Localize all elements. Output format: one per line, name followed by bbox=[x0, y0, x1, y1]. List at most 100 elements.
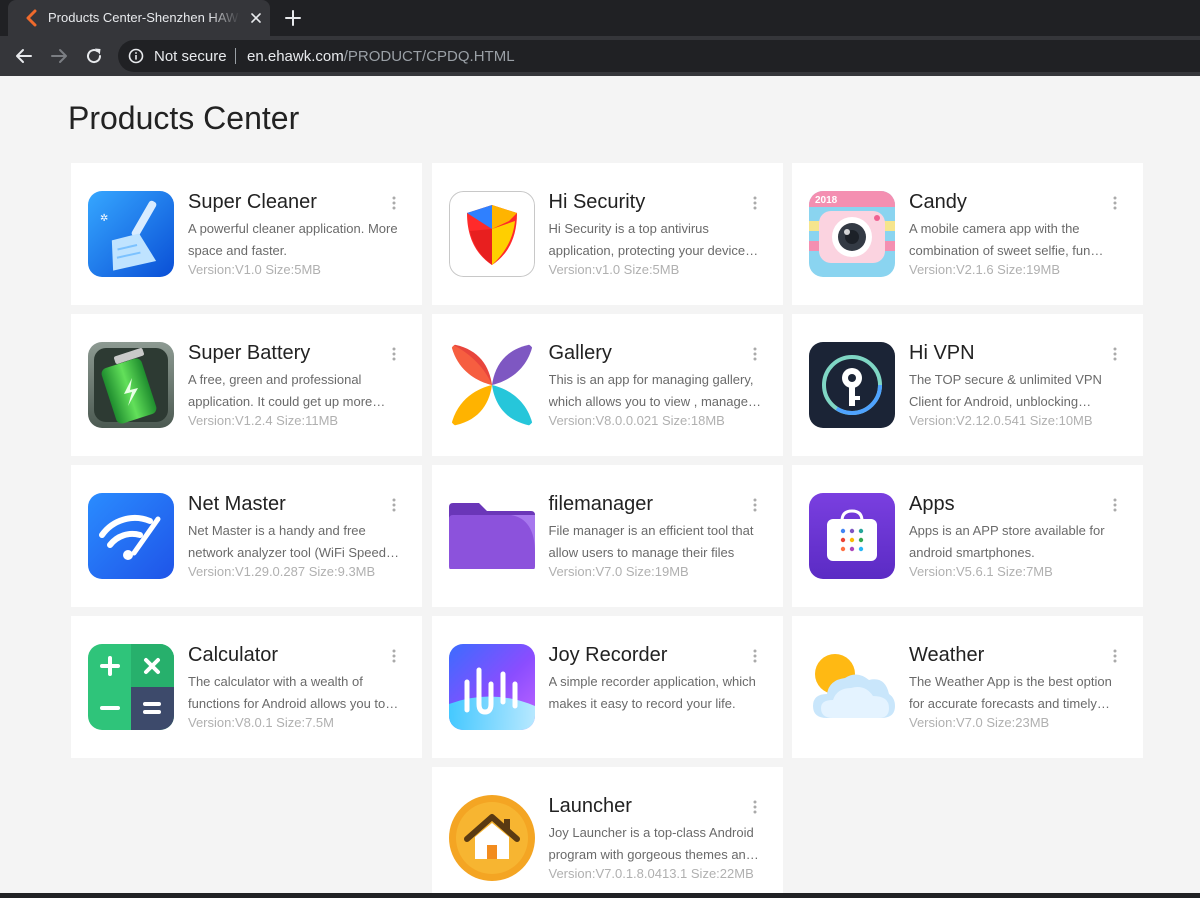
product-description: The calculator with a wealth of function… bbox=[188, 674, 386, 711]
hawk-favicon-icon bbox=[26, 9, 37, 27]
product-description: This is an app for managing gallery, whi… bbox=[548, 372, 754, 409]
wifi-icon bbox=[88, 493, 174, 579]
product-description: Hi Security is a top antivirus applicati… bbox=[548, 221, 746, 258]
product-description: A mobile camera app with the combination… bbox=[909, 221, 1091, 258]
new-tab-plus-icon[interactable] bbox=[284, 9, 302, 27]
product-name[interactable]: Super Battery bbox=[188, 342, 310, 365]
product-name[interactable]: Apps bbox=[909, 493, 955, 516]
url-path: /PRODUCT/CPDQ.HTML bbox=[343, 48, 515, 65]
product-name[interactable]: Joy Recorder bbox=[549, 644, 668, 667]
folder-icon bbox=[448, 493, 535, 579]
product-version-size: Version:V2.12.0.541 Size:10MB bbox=[909, 413, 1093, 428]
product-description: The TOP secure & unlimited VPN Client fo… bbox=[909, 372, 1102, 409]
more-vertical-icon[interactable] bbox=[1110, 648, 1120, 664]
product-name[interactable]: Launcher bbox=[549, 795, 632, 818]
product-version-size: Version:V1.2.4 Size:11MB bbox=[188, 413, 339, 428]
home-icon bbox=[448, 795, 535, 881]
product-version-size: Version:V2.1.6 Size:19MB bbox=[909, 262, 1061, 277]
product-version-size: Version:v1.0 Size:5MB bbox=[548, 262, 680, 277]
calculator-icon bbox=[88, 644, 174, 730]
product-version-size: Version:V8.0.0.021 Size:18MB bbox=[548, 413, 725, 428]
battery-icon bbox=[88, 342, 174, 428]
more-vertical-icon[interactable] bbox=[750, 346, 760, 362]
product-name[interactable]: Net Master bbox=[188, 493, 286, 516]
product-card-net-master[interactable]: Net Master Net Master is a handy and fre… bbox=[71, 465, 422, 607]
address-bar[interactable]: Not secure en.ehawk.com/PRODUCT/CPDQ.HTM… bbox=[118, 40, 1200, 72]
more-vertical-icon[interactable] bbox=[389, 346, 399, 362]
url-host: en.ehawk.com bbox=[247, 48, 344, 65]
product-description: A powerful cleaner application. More spa… bbox=[188, 221, 398, 258]
more-vertical-icon[interactable] bbox=[389, 648, 399, 664]
camera-icon: 2018 bbox=[809, 191, 895, 277]
product-name[interactable]: Gallery bbox=[549, 342, 612, 365]
forward-arrow-icon[interactable] bbox=[49, 46, 69, 66]
more-vertical-icon[interactable] bbox=[750, 799, 760, 815]
product-name[interactable]: Candy bbox=[909, 191, 967, 214]
not-secure-label[interactable]: Not secure bbox=[154, 48, 227, 65]
product-version-size: Version:V7.0.1.8.0413.1 Size:22MB bbox=[548, 866, 754, 881]
more-vertical-icon[interactable] bbox=[1110, 346, 1120, 362]
product-description: The Weather App is the best option for a… bbox=[909, 674, 1112, 711]
bottom-edge-bar bbox=[0, 893, 1200, 898]
product-description: A simple recorder application, which mak… bbox=[548, 674, 756, 711]
product-card-joy-recorder[interactable]: Joy Recorder A simple recorder applicati… bbox=[431, 616, 783, 758]
close-tab-icon[interactable] bbox=[248, 10, 264, 26]
product-description: Net Master is a handy and free network a… bbox=[188, 523, 386, 560]
address-separator bbox=[235, 48, 236, 64]
product-card-super-cleaner[interactable]: ✲ Super Cleaner A powerful cleaner appli… bbox=[71, 163, 422, 305]
vpn-key-icon bbox=[809, 342, 895, 428]
product-description: Joy Launcher is a top-class Android prog… bbox=[548, 825, 754, 862]
waveform-icon bbox=[448, 644, 535, 730]
product-version-size: Version:V8.0.1 Size:7.5M bbox=[188, 715, 334, 730]
tab-title: Products Center-Shenzhen HAWK Internet bbox=[48, 10, 240, 25]
more-vertical-icon[interactable] bbox=[389, 195, 399, 211]
weather-sun-cloud-icon bbox=[809, 644, 895, 730]
store-bag-icon bbox=[809, 493, 895, 579]
info-icon[interactable] bbox=[128, 48, 144, 64]
product-version-size: Version:V1.29.0.287 Size:9.3MB bbox=[188, 564, 376, 579]
browser-tab-strip: Products Center-Shenzhen HAWK Internet bbox=[0, 0, 1200, 36]
svg-text:✲: ✲ bbox=[100, 213, 108, 224]
product-name[interactable]: filemanager bbox=[549, 493, 654, 516]
product-description: A free, green and professional applicati… bbox=[188, 372, 373, 409]
products-grid: ✲ Super Cleaner A powerful cleaner appli… bbox=[71, 163, 1143, 893]
svg-text:2018: 2018 bbox=[815, 195, 838, 206]
more-vertical-icon[interactable] bbox=[750, 497, 760, 513]
product-card-candy[interactable]: 2018 Candy A mobile camera app with the … bbox=[792, 163, 1143, 305]
product-version-size: Version:V5.6.1 Size:7MB bbox=[909, 564, 1053, 579]
product-name[interactable]: Calculator bbox=[188, 644, 278, 667]
more-vertical-icon[interactable] bbox=[1110, 195, 1120, 211]
more-vertical-icon[interactable] bbox=[750, 648, 760, 664]
back-arrow-icon[interactable] bbox=[14, 46, 34, 66]
more-vertical-icon[interactable] bbox=[389, 497, 399, 513]
product-card-hi-vpn[interactable]: Hi VPN The TOP secure & unlimited VPN Cl… bbox=[792, 314, 1143, 456]
product-name[interactable]: Hi VPN bbox=[909, 342, 975, 365]
product-name[interactable]: Weather bbox=[909, 644, 984, 667]
shield-icon bbox=[448, 191, 535, 277]
url-text[interactable]: en.ehawk.com/PRODUCT/CPDQ.HTML bbox=[247, 48, 515, 65]
more-vertical-icon[interactable] bbox=[750, 195, 760, 211]
product-card-hi-security[interactable]: Hi Security Hi Security is a top antivir… bbox=[431, 163, 783, 305]
product-version-size: Version:V7.0 Size:19MB bbox=[548, 564, 689, 579]
product-name[interactable]: Super Cleaner bbox=[188, 191, 317, 214]
more-vertical-icon[interactable] bbox=[1110, 497, 1120, 513]
product-version-size: Version:V7.0 Size:23MB bbox=[909, 715, 1050, 730]
browser-toolbar: Not secure en.ehawk.com/PRODUCT/CPDQ.HTM… bbox=[0, 36, 1200, 76]
product-version-size: Version:V1.0 Size:5MB bbox=[188, 262, 321, 277]
browser-tab[interactable]: Products Center-Shenzhen HAWK Internet bbox=[8, 0, 270, 36]
product-name[interactable]: Hi Security bbox=[549, 191, 646, 214]
product-card-weather[interactable]: Weather The Weather App is the best opti… bbox=[792, 616, 1143, 758]
product-card-super-battery[interactable]: Super Battery A free, green and professi… bbox=[71, 314, 422, 456]
product-card-apps[interactable]: Apps Apps is an APP store available for … bbox=[792, 465, 1143, 607]
product-card-filemanager[interactable]: filemanager File manager is an efficient… bbox=[431, 465, 783, 607]
broom-icon: ✲ bbox=[88, 191, 174, 277]
page-content: Products Center ✲ Super Cleaner A powerf… bbox=[0, 76, 1200, 893]
page-title: Products Center bbox=[68, 100, 300, 136]
product-card-calculator[interactable]: Calculator The calculator with a wealth … bbox=[71, 616, 422, 758]
gallery-petals-icon bbox=[448, 342, 535, 428]
reload-icon[interactable] bbox=[84, 46, 104, 66]
product-description: Apps is an APP store available for andro… bbox=[909, 523, 1105, 560]
product-card-launcher[interactable]: Launcher Joy Launcher is a top-class And… bbox=[431, 767, 783, 893]
product-description: File manager is an efficient tool that a… bbox=[548, 523, 754, 560]
product-card-gallery[interactable]: Gallery This is an app for managing gall… bbox=[431, 314, 783, 456]
